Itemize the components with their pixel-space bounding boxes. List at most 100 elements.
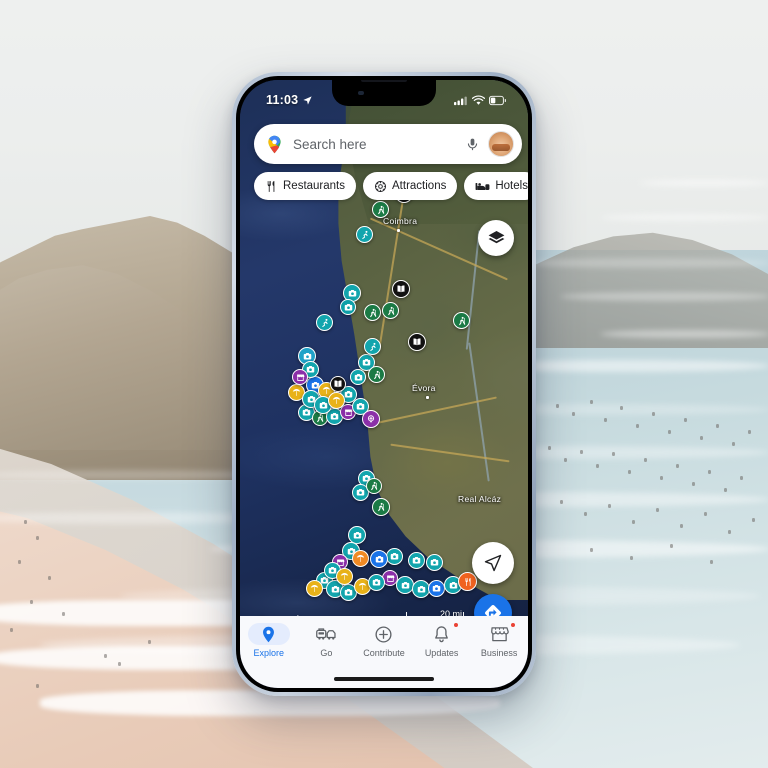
beach-person-speck — [656, 508, 659, 512]
my-location-button[interactable] — [472, 542, 514, 584]
nav-item-go[interactable]: Go — [298, 623, 354, 658]
beach-person-speck — [700, 436, 703, 440]
map-marker-museum[interactable] — [392, 280, 410, 298]
my-location-arrow-icon — [484, 554, 502, 572]
nav-item-label: Explore — [253, 648, 285, 658]
map-marker-surf[interactable] — [364, 338, 381, 355]
microphone-icon[interactable] — [465, 137, 480, 152]
beach-person-speck — [628, 470, 631, 474]
surf-foam-line — [520, 258, 768, 268]
map-marker-hike[interactable] — [382, 302, 399, 319]
phone-screen: Coimbra Évora Real Alcáz 11:03 Search he… — [240, 80, 528, 688]
beach-person-speck — [560, 500, 563, 504]
beach-person-speck — [604, 418, 607, 422]
map-marker-photo[interactable] — [370, 550, 388, 568]
map-marker-surf[interactable] — [316, 314, 333, 331]
notification-badge — [452, 622, 459, 628]
beach-person-speck — [30, 600, 33, 604]
beach-person-speck — [728, 530, 731, 534]
map-marker-photo[interactable] — [426, 554, 443, 571]
map-label-real-alc-z: Real Alcáz — [458, 494, 502, 504]
chip-hotels[interactable]: Hotels — [464, 172, 528, 200]
beach-person-speck — [584, 512, 587, 516]
map-marker-photo[interactable] — [340, 299, 356, 315]
nav-item-updates[interactable]: Updates — [414, 622, 470, 658]
beach-person-speck — [704, 512, 707, 516]
user-avatar-icon[interactable] — [488, 131, 514, 157]
surf-foam-line — [600, 330, 768, 338]
map-marker-museum[interactable] — [330, 376, 346, 392]
screenshot-root: Coimbra Évora Real Alcáz 11:03 Search he… — [0, 0, 768, 768]
map-city-dot — [426, 396, 429, 399]
map-marker-ferris[interactable] — [362, 410, 380, 428]
map-marker-beach[interactable] — [352, 550, 369, 567]
search-input[interactable]: Search here — [293, 137, 457, 152]
map-label--vora: Évora — [412, 383, 436, 393]
map-marker-beach[interactable] — [306, 580, 323, 597]
map-marker-hike[interactable] — [368, 366, 385, 383]
map-marker-beach[interactable] — [328, 392, 345, 409]
map-marker-photo[interactable] — [368, 574, 385, 591]
map-marker-hike[interactable] — [372, 498, 390, 516]
nav-item-contribute[interactable]: Contribute — [356, 623, 412, 658]
beach-person-speck — [636, 424, 639, 428]
category-chip-row[interactable]: Restaurants Attractions Hotels — [254, 172, 528, 200]
map-marker-photo[interactable] — [350, 369, 366, 385]
beach-person-speck — [740, 476, 743, 480]
search-bar[interactable]: Search here — [254, 124, 522, 164]
beach-person-speck — [590, 400, 593, 404]
beach-person-speck — [670, 544, 673, 548]
map-marker-restaurant[interactable] — [458, 572, 477, 591]
beach-person-speck — [620, 406, 623, 410]
beach-person-speck — [36, 536, 39, 540]
nav-item-business[interactable]: Business — [471, 622, 527, 658]
map-marker-photo[interactable] — [386, 548, 403, 565]
map-marker-surf[interactable] — [356, 226, 373, 243]
beach-person-speck — [10, 628, 13, 632]
chip-attractions[interactable]: Attractions — [363, 172, 458, 200]
map-layers-button[interactable] — [478, 220, 514, 256]
beach-person-speck — [564, 458, 567, 462]
home-indicator[interactable] — [334, 677, 434, 681]
map-marker-photo[interactable] — [408, 552, 425, 569]
beach-person-speck — [710, 560, 713, 564]
map-marker-hike[interactable] — [366, 478, 382, 494]
beach-person-speck — [548, 446, 551, 450]
nav-item-label: Business — [480, 648, 518, 658]
beach-person-speck — [62, 612, 65, 616]
beach-person-speck — [684, 418, 687, 422]
map-marker-museum[interactable] — [408, 333, 426, 351]
beach-person-speck — [36, 684, 39, 688]
go-commute-icon — [303, 623, 349, 645]
beach-person-speck — [596, 464, 599, 468]
map-marker-shop[interactable] — [292, 369, 308, 385]
notch-camera — [358, 91, 364, 95]
explore-pin-icon — [246, 623, 292, 645]
beach-person-speck — [48, 576, 51, 580]
map-marker-beach[interactable] — [336, 568, 353, 585]
nav-item-label: Go — [320, 648, 333, 658]
beach-person-speck — [572, 412, 575, 416]
map-label-coimbra: Coimbra — [383, 216, 418, 226]
attractions-camera-icon — [374, 180, 387, 193]
beach-person-speck — [732, 442, 735, 446]
nav-item-explore[interactable]: Explore — [241, 623, 297, 658]
map-marker-hike[interactable] — [364, 304, 381, 321]
chip-restaurants[interactable]: Restaurants — [254, 172, 357, 200]
nav-item-label: Contribute — [363, 648, 405, 658]
map-marker-photo[interactable] — [396, 576, 414, 594]
beach-person-speck — [660, 476, 663, 480]
map-marker-hike[interactable] — [453, 312, 470, 329]
beach-person-speck — [668, 430, 671, 434]
beach-person-speck — [716, 424, 719, 428]
beach-person-speck — [104, 654, 107, 658]
phone-bezel: Coimbra Évora Real Alcáz 11:03 Search he… — [236, 76, 532, 692]
chip-label: Restaurants — [283, 180, 346, 192]
beach-person-speck — [18, 560, 21, 564]
map-marker-photo[interactable] — [428, 580, 445, 597]
chip-label: Attractions — [392, 180, 447, 192]
map-marker-hike[interactable] — [372, 201, 389, 218]
beach-person-speck — [580, 450, 583, 454]
map-layers-icon — [488, 230, 504, 243]
beach-person-speck — [752, 518, 755, 522]
